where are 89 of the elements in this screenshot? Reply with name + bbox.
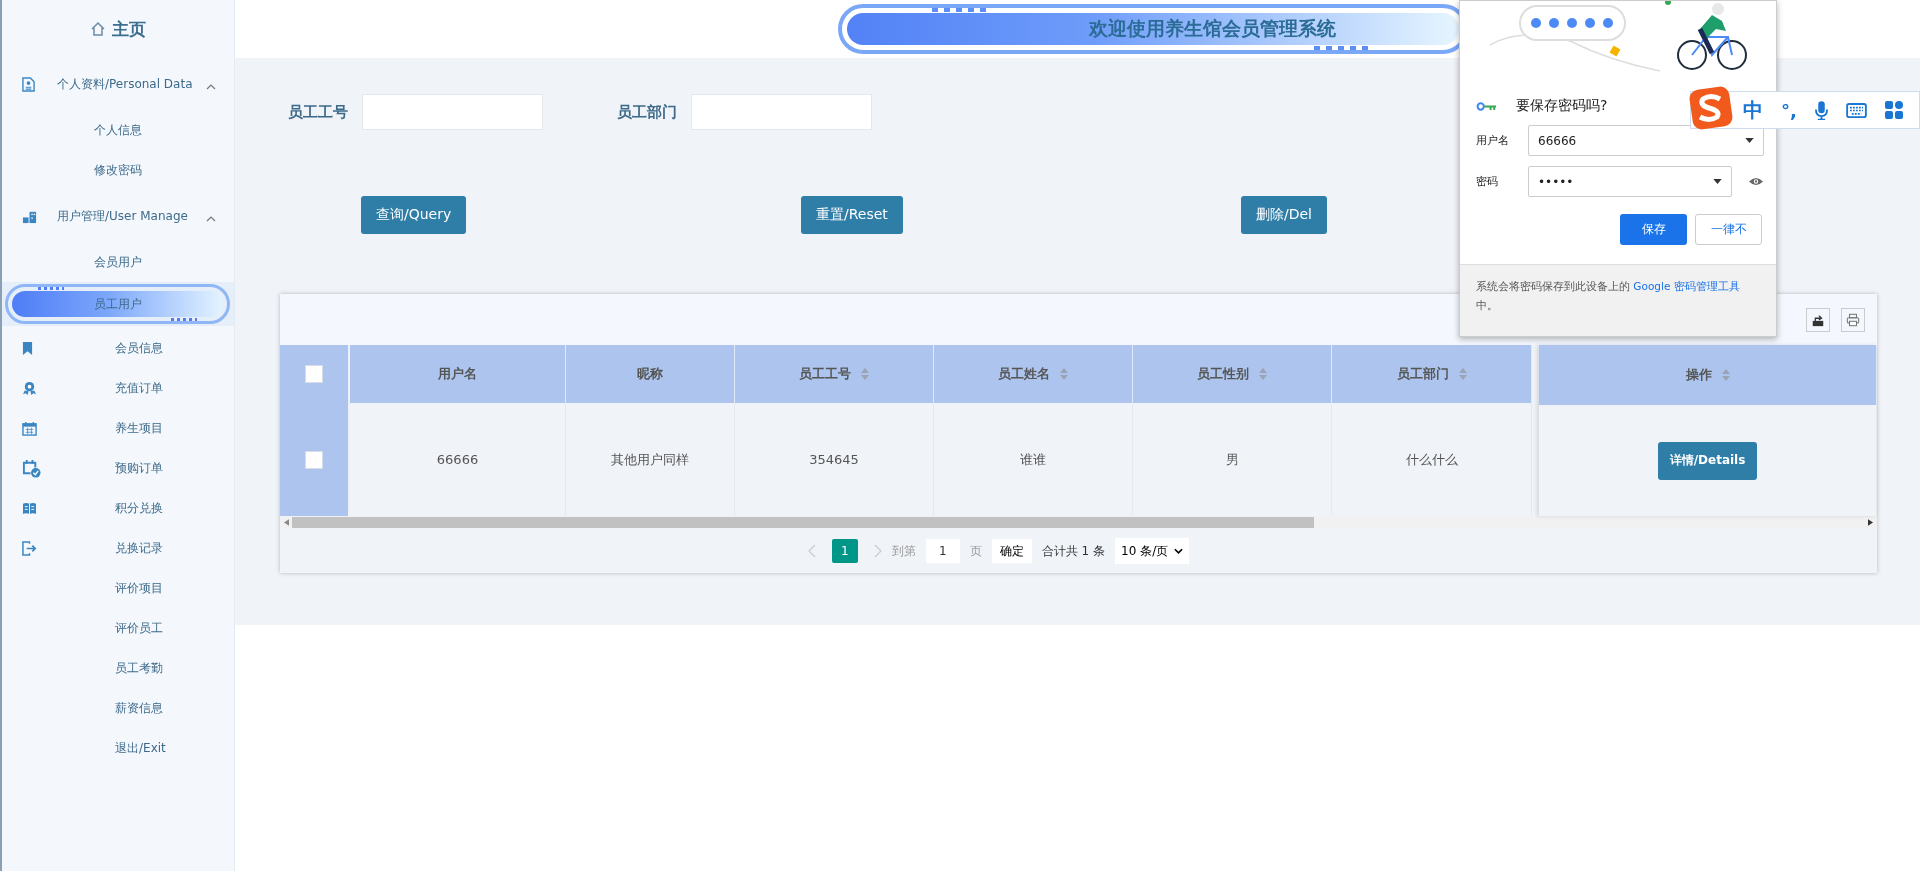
menu-item[interactable]: 修改密码 [94,161,142,179]
sort-icon[interactable] [1721,369,1730,381]
sort-icon[interactable] [1259,368,1267,380]
caret-icon [1174,548,1184,554]
menu-item[interactable]: 个人信息 [94,121,142,139]
action-button[interactable]: 重置/Reset [801,196,903,234]
microphone-icon[interactable] [1814,100,1828,120]
column-header: 员工姓名 [998,365,1050,383]
sort-icon[interactable] [1060,368,1068,380]
language-mode[interactable]: 中 [1743,96,1763,124]
keyboard-icon[interactable] [1845,102,1867,118]
sort-icon[interactable] [1458,368,1467,380]
total-count: 合计共 1 条 [1041,542,1106,560]
action-button[interactable]: 删除/Del [1241,196,1327,234]
checkbox[interactable] [305,450,323,469]
table-cell: 谁谁 [1020,450,1046,469]
scroll-right-icon[interactable] [1868,519,1873,526]
password-field[interactable]: ••••• [1528,166,1732,197]
menu-item[interactable]: 积分兑换 [115,499,163,517]
field-label: 员工部门 [617,102,677,122]
table-cell: 354645 [809,452,859,467]
menu-item[interactable]: 会员用户 [94,253,142,271]
menu-item[interactable]: 预购订单 [115,459,163,477]
input-field[interactable] [691,94,872,130]
column-header: 员工工号 [799,365,851,383]
calendar-check-icon [22,458,41,478]
field-label: 用户名 [1476,133,1510,148]
table-cell: 其他用户同样 [611,450,689,469]
menu-item[interactable]: 评价员工 [115,619,163,637]
column-header: 员工部门 [1396,365,1449,383]
home-link[interactable]: 主页 [112,17,146,41]
popup-note: 系统会将密码保存到此设备上的 Google 密码管理工具 中。 [1476,279,1741,313]
password-manager-link[interactable]: Google 密码管理工具 [1633,280,1740,292]
current-page[interactable]: 1 [831,539,858,563]
input-method-logo-icon[interactable] [1689,86,1733,130]
field-label: 密码 [1476,174,1499,189]
page-size-select[interactable]: 10 条/页 [1115,538,1190,564]
table-cell: 66666 [436,452,479,467]
page-input[interactable]: 1 [925,539,960,563]
never-button[interactable]: 一律不 [1695,214,1762,245]
menu-item[interactable]: 充值订单 [115,379,163,397]
next-page-icon[interactable] [873,544,882,558]
action-button[interactable]: 查询/Query [361,196,467,234]
column-header: 员工性别 [1197,365,1249,383]
chevron-icon [206,84,216,90]
caret-icon [1713,179,1722,184]
document-icon [22,76,35,92]
page-title: 欢迎使用养生馆会员管理系统 [1087,16,1336,41]
previous-page-icon[interactable] [807,544,816,558]
caret-icon [1745,138,1754,143]
table-cell: 男 [1225,450,1239,469]
menu-group[interactable]: 用户管理/User Manage [2,190,234,242]
menu-item[interactable]: 兑换记录 [115,539,163,557]
column-header: 用户名 [438,365,477,383]
calendar-icon [22,420,37,436]
award-icon [22,380,37,396]
chevron-icon [206,216,216,222]
confirm-button[interactable]: 确定 [991,539,1032,563]
checkbox[interactable] [305,365,323,383]
grid-icon[interactable] [1884,101,1903,119]
menu-item[interactable]: 养生项目 [115,419,163,437]
menu-item[interactable]: 员工考勤 [115,659,163,677]
punctuation-mode[interactable]: °, [1781,99,1797,121]
menu-item[interactable]: 会员信息 [115,339,163,357]
column-header: 操作 [1685,366,1712,384]
menu-group[interactable]: 个人资料/Personal Data [2,58,234,110]
sort-icon[interactable] [861,368,869,380]
menu-item[interactable]: 退出/Exit [115,739,166,757]
book-icon [22,501,37,515]
field-label: 员工工号 [288,102,348,122]
table-cell: 什么什么 [1405,450,1458,469]
goto-label: 到第 [891,542,916,560]
scroll-left-icon[interactable] [284,519,289,526]
popup-title: 要保存密码吗? [1516,97,1608,115]
menu-item[interactable]: 薪资信息 [115,699,163,717]
input-field[interactable] [362,94,543,130]
menu-item[interactable]: 评价项目 [115,579,163,597]
details-button[interactable]: 详情/Details [1657,441,1758,480]
bookmark-icon [22,340,33,356]
home-icon [90,21,106,37]
print-icon[interactable] [1841,307,1865,332]
save-button[interactable]: 保存 [1620,214,1687,245]
key-icon [1476,101,1498,111]
page-unit-label: 页 [969,542,982,560]
column-header: 昵称 [637,365,663,383]
export-icon[interactable] [1806,307,1830,332]
eye-icon[interactable] [1749,177,1763,186]
horizontal-scrollbar[interactable] [280,516,1877,529]
logout-icon [22,540,37,556]
